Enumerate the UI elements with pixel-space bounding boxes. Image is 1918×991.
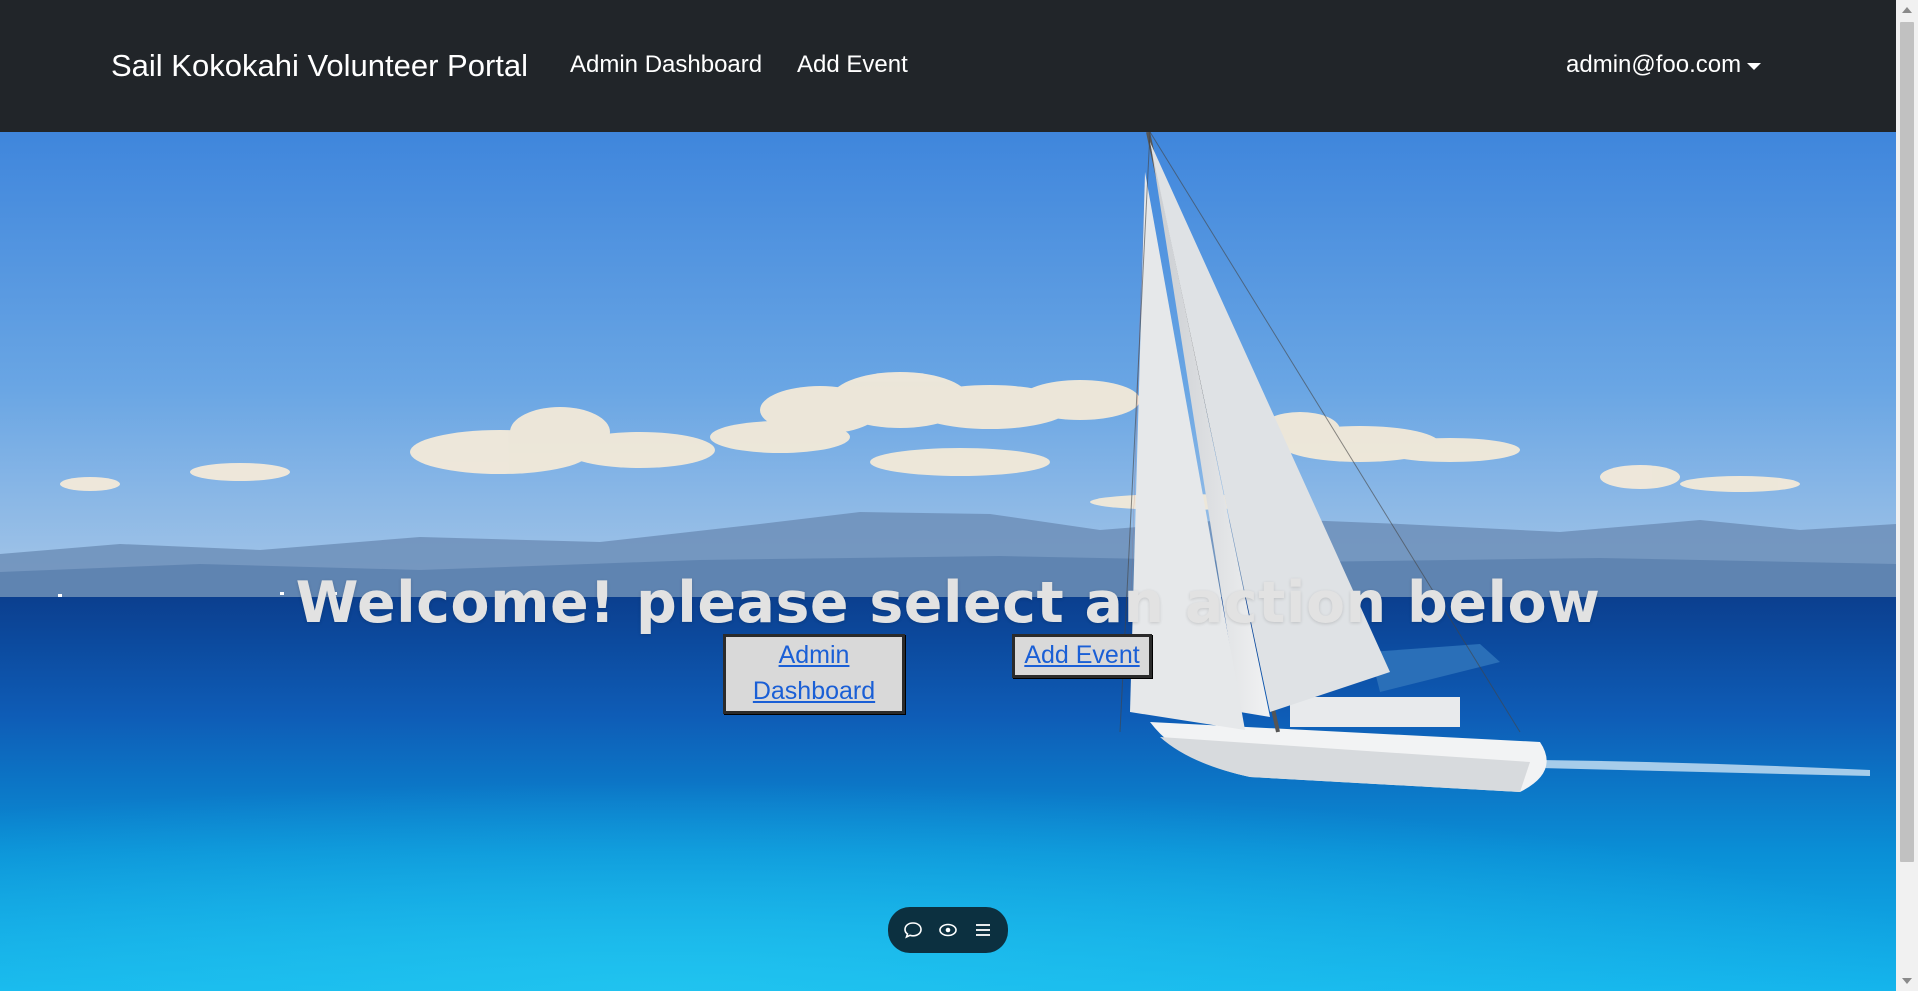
scroll-up-arrow-icon[interactable] xyxy=(1902,7,1912,13)
admin-dashboard-button[interactable]: Admin Dashboard xyxy=(723,634,905,714)
menu-icon[interactable] xyxy=(972,919,994,941)
scrollbar-thumb[interactable] xyxy=(1900,22,1914,862)
add-event-button[interactable]: Add Event xyxy=(1012,634,1152,678)
scroll-down-arrow-icon[interactable] xyxy=(1902,978,1912,984)
floating-toolbar xyxy=(888,907,1008,953)
chevron-down-icon xyxy=(1747,62,1762,70)
add-event-link[interactable]: Add Event xyxy=(1024,641,1139,669)
nav-link-add-event[interactable]: Add Event xyxy=(797,48,908,82)
navbar: Sail Kokokahi Volunteer Portal Admin Das… xyxy=(0,0,1896,132)
welcome-heading: Welcome! please select an action below xyxy=(295,570,1601,637)
user-menu-dropdown[interactable]: admin@foo.com xyxy=(1566,48,1762,82)
page: Sail Kokokahi Volunteer Portal Admin Das… xyxy=(0,0,1918,991)
hero-background-image xyxy=(0,132,1896,991)
vertical-scrollbar[interactable] xyxy=(1896,0,1918,991)
admin-dashboard-link[interactable]: Admin Dashboard xyxy=(753,641,875,705)
hero-section: Welcome! please select an action below A… xyxy=(0,132,1896,991)
nav-link-admin-dashboard[interactable]: Admin Dashboard xyxy=(570,48,762,82)
chat-icon[interactable] xyxy=(902,919,924,941)
brand-link[interactable]: Sail Kokokahi Volunteer Portal xyxy=(111,46,528,86)
eye-icon[interactable] xyxy=(937,919,959,941)
user-email: admin@foo.com xyxy=(1566,51,1742,78)
